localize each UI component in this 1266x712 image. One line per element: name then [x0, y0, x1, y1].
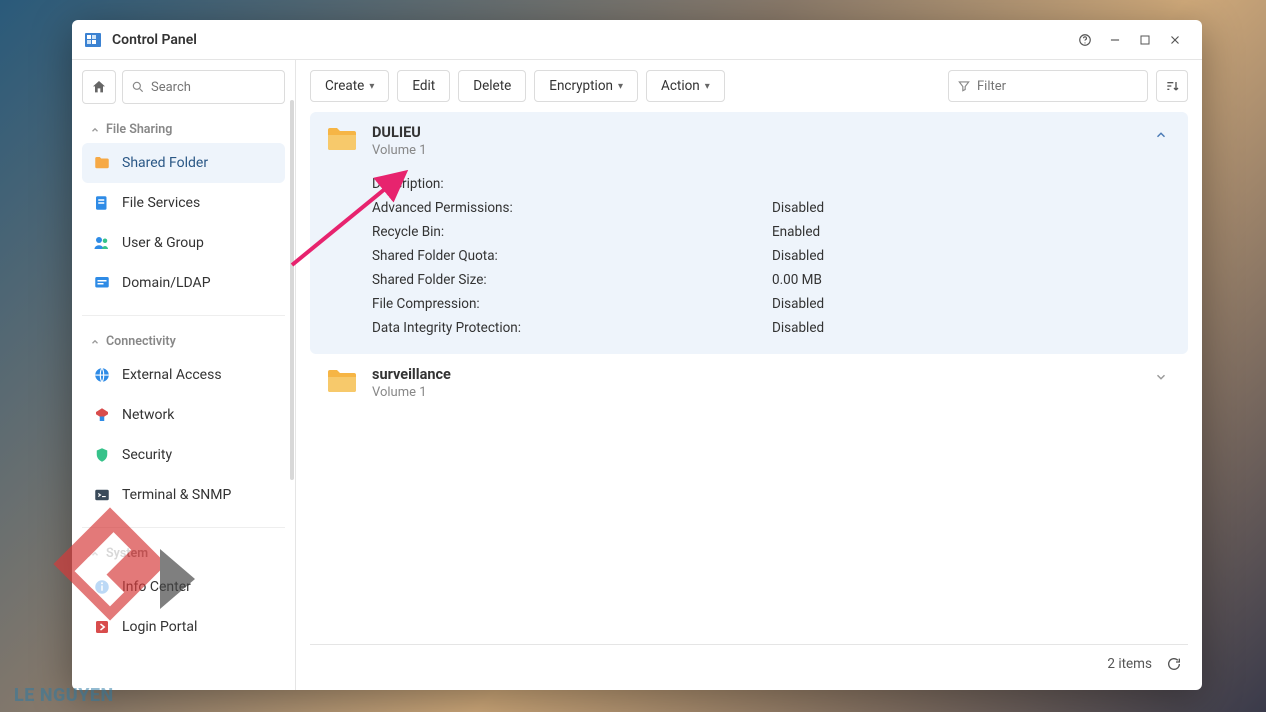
- refresh-button[interactable]: [1166, 656, 1182, 672]
- item-count: 2 items: [1107, 656, 1152, 672]
- prop-row: Description:: [372, 172, 1172, 196]
- sidebar-item-shared-folder[interactable]: Shared Folder: [82, 143, 285, 183]
- chevron-up-icon: [90, 337, 100, 347]
- app-icon: [84, 31, 102, 49]
- caret-down-icon: ▾: [618, 81, 623, 92]
- footer: 2 items: [310, 644, 1188, 682]
- main-panel: Create▾ Edit Delete Encryption▾ Action▾: [296, 60, 1202, 690]
- window-title: Control Panel: [112, 32, 1070, 48]
- prop-row: Advanced Permissions:Disabled: [372, 196, 1172, 220]
- sidebar-item-label: Security: [122, 447, 172, 463]
- sidebar-item-label: User & Group: [122, 235, 204, 251]
- watermark-logo: [40, 494, 210, 664]
- delete-button[interactable]: Delete: [458, 70, 526, 102]
- maximize-button[interactable]: [1130, 25, 1160, 55]
- user-group-icon: [92, 233, 112, 253]
- file-services-icon: [92, 193, 112, 213]
- sidebar-item-label: File Services: [122, 195, 200, 211]
- folder-icon: [326, 368, 358, 394]
- sidebar-item-network[interactable]: Network: [82, 395, 285, 435]
- folder-card-dulieu[interactable]: DULIEU Volume 1 Description: Advanced Pe…: [310, 112, 1188, 354]
- sort-button[interactable]: [1156, 70, 1188, 102]
- divider: [82, 315, 285, 316]
- expand-button[interactable]: [1150, 366, 1172, 388]
- folder-name: DULIEU: [372, 124, 427, 141]
- close-button[interactable]: [1160, 25, 1190, 55]
- group-header-file-sharing[interactable]: File Sharing: [82, 112, 285, 143]
- sidebar-item-label: External Access: [122, 367, 222, 383]
- folder-list: DULIEU Volume 1 Description: Advanced Pe…: [310, 112, 1188, 644]
- sidebar-item-user-group[interactable]: User & Group: [82, 223, 285, 263]
- prop-row: Shared Folder Size:0.00 MB: [372, 268, 1172, 292]
- home-button[interactable]: [82, 70, 116, 104]
- security-icon: [92, 445, 112, 465]
- external-access-icon: [92, 365, 112, 385]
- help-button[interactable]: [1070, 25, 1100, 55]
- search-input[interactable]: [151, 80, 276, 95]
- sidebar-item-security[interactable]: Security: [82, 435, 285, 475]
- folder-volume: Volume 1: [372, 385, 451, 400]
- sidebar-item-label: Shared Folder: [122, 155, 208, 171]
- prop-row: File Compression:Disabled: [372, 292, 1172, 316]
- caret-down-icon: ▾: [369, 81, 374, 92]
- prop-row: Shared Folder Quota:Disabled: [372, 244, 1172, 268]
- filter-icon: [957, 79, 971, 93]
- collapse-button[interactable]: [1150, 124, 1172, 146]
- edit-button[interactable]: Edit: [397, 70, 450, 102]
- sidebar-item-external-access[interactable]: External Access: [82, 355, 285, 395]
- folder-icon: [326, 126, 358, 152]
- watermark-text: LE NGUYEN: [14, 685, 114, 706]
- group-label: File Sharing: [106, 122, 172, 137]
- folder-card-surveillance[interactable]: surveillance Volume 1: [310, 354, 1188, 414]
- folder-name: surveillance: [372, 366, 451, 383]
- filter-field[interactable]: [948, 70, 1148, 102]
- folder-volume: Volume 1: [372, 143, 427, 158]
- folder-properties: Description: Advanced Permissions:Disabl…: [372, 172, 1172, 340]
- caret-down-icon: ▾: [705, 81, 710, 92]
- group-label: Connectivity: [106, 334, 176, 349]
- search-field[interactable]: [122, 70, 285, 104]
- action-button[interactable]: Action▾: [646, 70, 725, 102]
- toolbar: Create▾ Edit Delete Encryption▾ Action▾: [310, 70, 1188, 102]
- sidebar-item-label: Network: [122, 407, 174, 423]
- create-button[interactable]: Create▾: [310, 70, 389, 102]
- prop-row: Data Integrity Protection:Disabled: [372, 316, 1172, 340]
- sidebar-item-label: Domain/LDAP: [122, 275, 211, 291]
- network-icon: [92, 405, 112, 425]
- group-header-connectivity[interactable]: Connectivity: [82, 324, 285, 355]
- search-icon: [131, 80, 145, 94]
- sidebar-item-domain-ldap[interactable]: Domain/LDAP: [82, 263, 285, 303]
- minimize-button[interactable]: [1100, 25, 1130, 55]
- scrollbar[interactable]: [290, 100, 294, 480]
- chevron-up-icon: [90, 125, 100, 135]
- sidebar-item-file-services[interactable]: File Services: [82, 183, 285, 223]
- control-panel-window: Control Panel File Sharing: [72, 20, 1202, 690]
- prop-row: Recycle Bin:Enabled: [372, 220, 1172, 244]
- folder-icon: [92, 153, 112, 173]
- domain-ldap-icon: [92, 273, 112, 293]
- title-bar: Control Panel: [72, 20, 1202, 60]
- filter-input[interactable]: [977, 79, 1139, 94]
- encryption-button[interactable]: Encryption▾: [534, 70, 638, 102]
